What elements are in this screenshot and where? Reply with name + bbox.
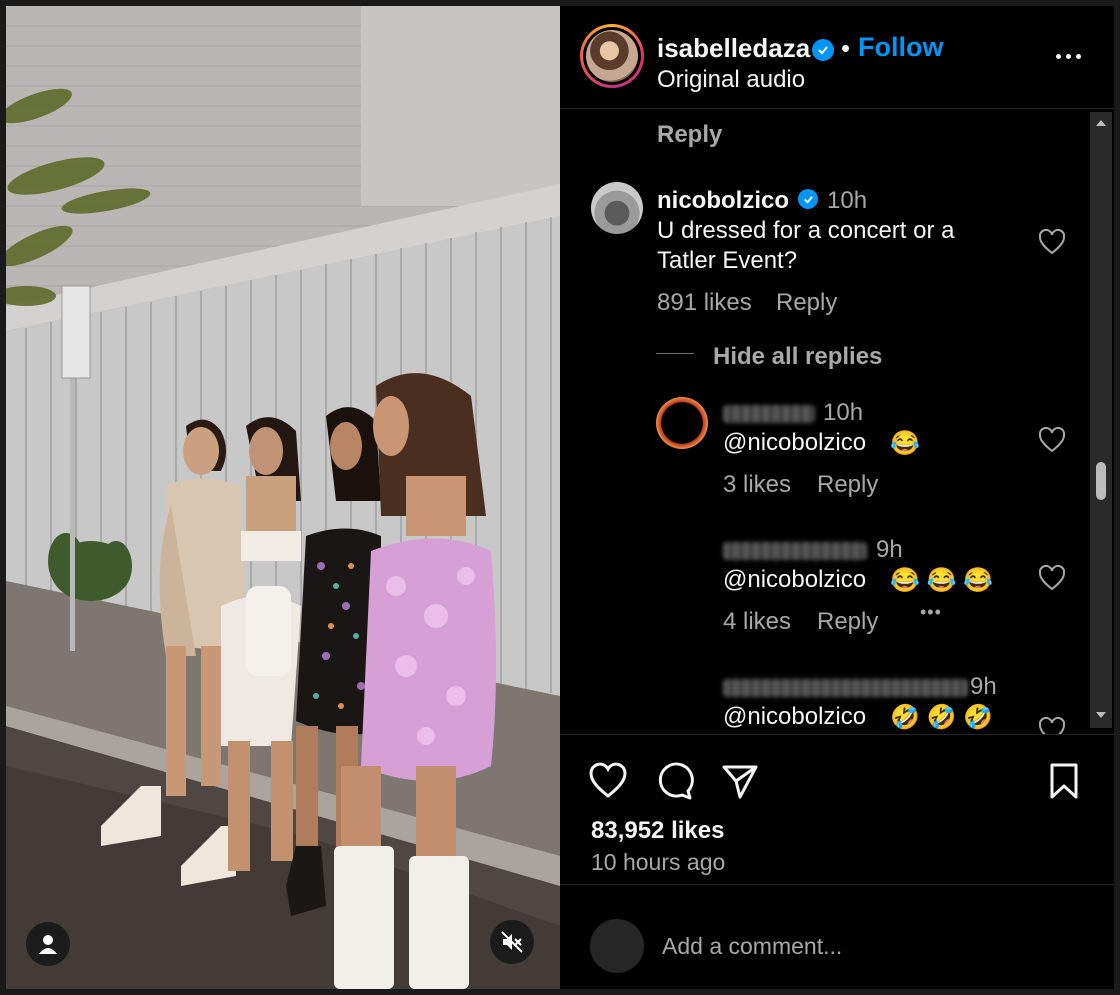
comment-time: 10h bbox=[827, 187, 868, 214]
commenter-avatar[interactable] bbox=[591, 182, 643, 234]
comment-input[interactable] bbox=[662, 929, 1062, 963]
author-username[interactable]: isabelledaza bbox=[657, 33, 810, 64]
replier-avatar[interactable] bbox=[656, 534, 708, 586]
reply-more-options-icon[interactable]: ••• bbox=[920, 602, 942, 623]
verified-badge-icon bbox=[812, 39, 834, 61]
reply-likes[interactable]: 4 likes bbox=[723, 608, 791, 636]
like-comment-heart-icon[interactable] bbox=[1038, 427, 1066, 453]
comment-text-line: U dressed for a concert or a bbox=[657, 217, 955, 244]
add-comment-bar bbox=[560, 884, 1114, 989]
comments-scrollbar[interactable] bbox=[1090, 112, 1112, 728]
reply-reply-button[interactable]: Reply bbox=[817, 608, 878, 636]
author-avatar[interactable] bbox=[580, 24, 644, 88]
reply-time: 9h bbox=[876, 536, 903, 563]
reply-likes[interactable]: 3 likes bbox=[723, 471, 791, 499]
like-heart-icon[interactable] bbox=[588, 761, 628, 801]
person-icon bbox=[39, 935, 57, 954]
previous-reply-button[interactable]: Reply bbox=[657, 121, 722, 149]
scrollbar-thumb[interactable] bbox=[1096, 462, 1106, 500]
reply-emoji: 😂 bbox=[890, 430, 920, 457]
mute-button[interactable] bbox=[490, 920, 534, 964]
replies-divider bbox=[656, 353, 694, 354]
comment-text-line: Tatler Event? bbox=[657, 247, 798, 274]
like-comment-heart-icon[interactable] bbox=[1038, 565, 1066, 591]
like-comment-heart-icon[interactable] bbox=[1038, 229, 1066, 255]
follow-button[interactable]: Follow bbox=[858, 32, 943, 63]
commenter-username[interactable]: nicobolzico bbox=[657, 187, 789, 215]
reply-mention[interactable]: @nicobolzico bbox=[723, 566, 866, 594]
reply-time: 10h bbox=[823, 399, 864, 426]
post-dialog: isabelledaza • Follow Original audio Rep… bbox=[0, 0, 1120, 995]
replier-avatar[interactable] bbox=[656, 671, 708, 723]
comments-list[interactable]: Reply nicobolzico 10h U dressed for a co… bbox=[560, 109, 1090, 734]
replier-username-redacted bbox=[723, 679, 968, 697]
scroll-down-arrow-icon[interactable] bbox=[1096, 712, 1106, 718]
header-separator: • bbox=[841, 33, 851, 63]
comment-likes[interactable]: 891 likes bbox=[657, 289, 752, 317]
like-comment-heart-icon[interactable] bbox=[1038, 717, 1066, 734]
comment-bubble-icon[interactable] bbox=[654, 761, 694, 801]
post-photo bbox=[6, 6, 560, 989]
reply-mention[interactable]: @nicobolzico bbox=[723, 429, 866, 457]
post-likes-count[interactable]: 83,952 likes bbox=[591, 817, 724, 845]
verified-badge-icon bbox=[798, 189, 818, 209]
post-timestamp: 10 hours ago bbox=[591, 849, 726, 875]
save-bookmark-icon[interactable] bbox=[1044, 761, 1084, 801]
reply-emoji: 😂 😂 😂 bbox=[890, 567, 993, 594]
post-actions: 83,952 likes 10 hours ago bbox=[560, 734, 1114, 884]
hide-replies-button[interactable]: Hide all replies bbox=[713, 343, 882, 371]
replier-avatar[interactable] bbox=[656, 397, 708, 449]
reply-reply-button[interactable]: Reply bbox=[817, 471, 878, 499]
share-send-icon[interactable] bbox=[720, 761, 760, 801]
tag-people-button[interactable] bbox=[26, 922, 70, 966]
post-header: isabelledaza • Follow Original audio bbox=[560, 6, 1114, 109]
scroll-up-arrow-icon[interactable] bbox=[1096, 120, 1106, 126]
volume-muted-icon bbox=[501, 931, 523, 953]
more-options-icon[interactable] bbox=[1050, 46, 1086, 66]
current-user-avatar bbox=[590, 919, 644, 973]
comment-reply-button[interactable]: Reply bbox=[776, 289, 837, 317]
reply-emoji: 🤣 🤣 🤣 bbox=[890, 704, 993, 731]
reply-mention[interactable]: @nicobolzico bbox=[723, 703, 866, 731]
post-side-panel: isabelledaza • Follow Original audio Rep… bbox=[560, 6, 1114, 989]
original-audio-link[interactable]: Original audio bbox=[657, 66, 805, 94]
post-media[interactable] bbox=[6, 6, 560, 989]
reply-time: 9h bbox=[970, 673, 997, 700]
replier-username-redacted bbox=[723, 405, 815, 423]
replier-username-redacted bbox=[723, 542, 867, 560]
